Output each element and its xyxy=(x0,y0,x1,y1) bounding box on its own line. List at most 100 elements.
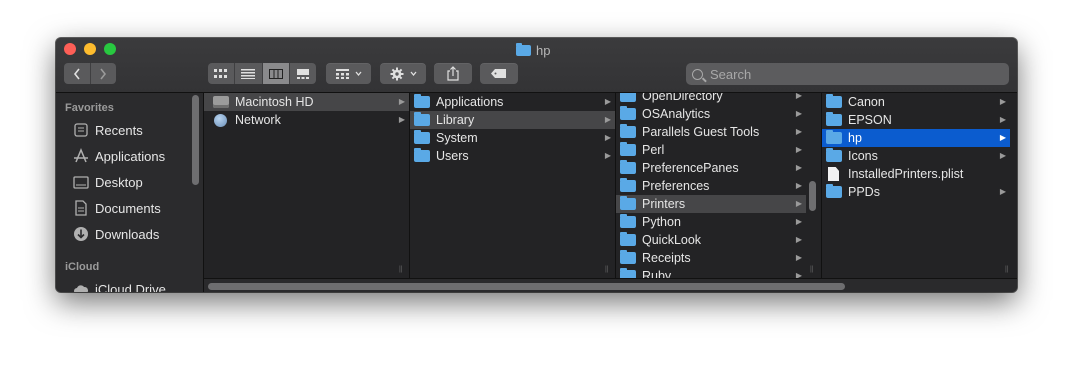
folder-icon xyxy=(414,94,430,108)
horizontal-scrollbar[interactable] xyxy=(208,283,845,290)
folder-icon xyxy=(620,214,636,228)
item-label: Network xyxy=(235,113,281,127)
chevron-right-icon: ▶ xyxy=(795,217,802,226)
list-item[interactable]: Icons ▶ xyxy=(822,147,1010,165)
list-view-button[interactable] xyxy=(235,63,263,84)
list-item[interactable]: Users ▶ xyxy=(410,147,615,165)
view-mode-control xyxy=(208,63,316,84)
hard-disk-icon xyxy=(213,96,229,108)
group-by-button[interactable] xyxy=(326,63,371,84)
list-item[interactable]: PreferencePanes ▶ xyxy=(616,159,806,177)
list-item[interactable]: Parallels Guest Tools ▶ xyxy=(616,123,806,141)
grid-icon xyxy=(214,68,228,78)
item-label: System xyxy=(436,131,478,145)
folder-icon xyxy=(620,106,636,120)
list-item[interactable]: Macintosh HD ▶ xyxy=(204,93,409,111)
sidebar-item-label: Downloads xyxy=(95,226,160,242)
list-item[interactable]: Canon ▶ xyxy=(822,93,1010,111)
list-item[interactable]: Network ▶ xyxy=(204,111,409,129)
share-button[interactable] xyxy=(434,63,472,84)
search-icon xyxy=(692,68,703,80)
item-label: OpenDirectory xyxy=(642,93,723,103)
column-resize-handle[interactable]: | | xyxy=(399,266,402,273)
clock-icon xyxy=(73,122,89,138)
list-item[interactable]: QuickLook ▶ xyxy=(616,231,806,249)
chevron-right-icon: ▶ xyxy=(604,133,611,142)
chevron-down-icon xyxy=(410,71,416,76)
item-label: Parallels Guest Tools xyxy=(642,125,760,139)
forward-button[interactable] xyxy=(91,63,117,84)
item-label: Ruby xyxy=(642,269,672,278)
column-resize-handle[interactable]: | | xyxy=(1005,266,1008,273)
item-label: PreferencePanes xyxy=(642,161,739,175)
action-menu-button[interactable] xyxy=(380,63,426,84)
chevron-down-icon xyxy=(355,71,361,76)
sidebar-item-desktop[interactable]: Desktop xyxy=(73,172,143,192)
item-label: EPSON xyxy=(848,113,892,127)
sidebar-item-documents[interactable]: Documents xyxy=(73,198,161,218)
edit-tags-button[interactable] xyxy=(480,63,518,84)
chevron-right-icon: ▶ xyxy=(999,115,1006,124)
group-grid-icon xyxy=(335,68,349,79)
list-item[interactable]: OSAnalytics ▶ xyxy=(616,105,806,123)
folder-icon xyxy=(826,148,842,162)
icon-view-button[interactable] xyxy=(208,63,236,84)
item-label: Preferences xyxy=(642,179,710,193)
folder-icon xyxy=(620,178,636,192)
minimize-window-button[interactable] xyxy=(84,43,96,55)
column-scrollbar[interactable] xyxy=(809,181,816,211)
navigation-buttons xyxy=(64,63,116,84)
sidebar-item-label: Desktop xyxy=(95,174,143,190)
list-item[interactable]: EPSON ▶ xyxy=(822,111,1010,129)
column-resize-handle[interactable]: | | xyxy=(810,266,813,273)
zoom-window-button[interactable] xyxy=(104,43,116,55)
column-printers: Canon ▶ EPSON ▶ hp ▶ Icons ▶ InstalledPr… xyxy=(822,93,1017,278)
chevron-right-icon: ▶ xyxy=(604,97,611,106)
back-button[interactable] xyxy=(64,63,91,84)
sidebar-item-downloads[interactable]: Downloads xyxy=(73,224,159,244)
chevron-right-icon: ▶ xyxy=(795,181,802,190)
sidebar-item-label: Documents xyxy=(95,200,161,216)
item-label: Macintosh HD xyxy=(235,95,314,109)
sidebar-item-label: Applications xyxy=(95,148,166,164)
search-field[interactable]: Search xyxy=(686,63,1009,85)
chevron-right-icon: ▶ xyxy=(795,235,802,244)
item-label: Applications xyxy=(436,95,504,109)
column-library: OpenDirectory ▶ OSAnalytics ▶ Parallels … xyxy=(616,93,821,278)
share-icon xyxy=(447,66,459,81)
chevron-right-icon xyxy=(100,68,107,79)
favorites-header: Favorites xyxy=(65,102,114,114)
search-placeholder: Search xyxy=(710,66,752,82)
list-item[interactable]: System ▶ xyxy=(410,129,615,147)
list-item[interactable]: Applications ▶ xyxy=(410,93,615,111)
item-label: Canon xyxy=(848,95,885,109)
list-item[interactable]: hp ▶ xyxy=(822,129,1010,147)
item-label: Receipts xyxy=(642,251,691,265)
list-item[interactable]: Perl ▶ xyxy=(616,141,806,159)
column-resize-handle[interactable]: | | xyxy=(605,266,608,273)
gallery-icon xyxy=(296,68,309,79)
list-item[interactable]: Python ▶ xyxy=(616,213,806,231)
list-item[interactable]: Library ▶ xyxy=(410,111,615,129)
gallery-view-button[interactable] xyxy=(290,63,316,84)
downloads-icon xyxy=(73,226,89,242)
list-item[interactable]: Ruby ▶ xyxy=(616,267,806,278)
folder-icon xyxy=(620,93,636,102)
sidebar-item-recents[interactable]: Recents xyxy=(73,120,143,140)
folder-icon xyxy=(620,232,636,246)
list-item[interactable]: OpenDirectory ▶ xyxy=(616,93,806,105)
chevron-right-icon: ▶ xyxy=(795,163,802,172)
sidebar-item-icloud-drive[interactable]: iCloud Drive xyxy=(73,279,166,292)
columns-icon xyxy=(268,68,283,79)
list-item[interactable]: Preferences ▶ xyxy=(616,177,806,195)
sidebar-scrollbar[interactable] xyxy=(192,95,199,185)
list-item[interactable]: Receipts ▶ xyxy=(616,249,806,267)
close-window-button[interactable] xyxy=(64,43,76,55)
list-item[interactable]: InstalledPrinters.plist xyxy=(822,165,1010,183)
applications-icon xyxy=(73,148,89,164)
list-item[interactable]: PPDs ▶ xyxy=(822,183,1010,201)
folder-icon xyxy=(826,130,842,144)
list-item[interactable]: Printers ▶ xyxy=(616,195,806,213)
sidebar-item-applications[interactable]: Applications xyxy=(73,146,165,166)
column-view-button[interactable] xyxy=(262,63,290,84)
